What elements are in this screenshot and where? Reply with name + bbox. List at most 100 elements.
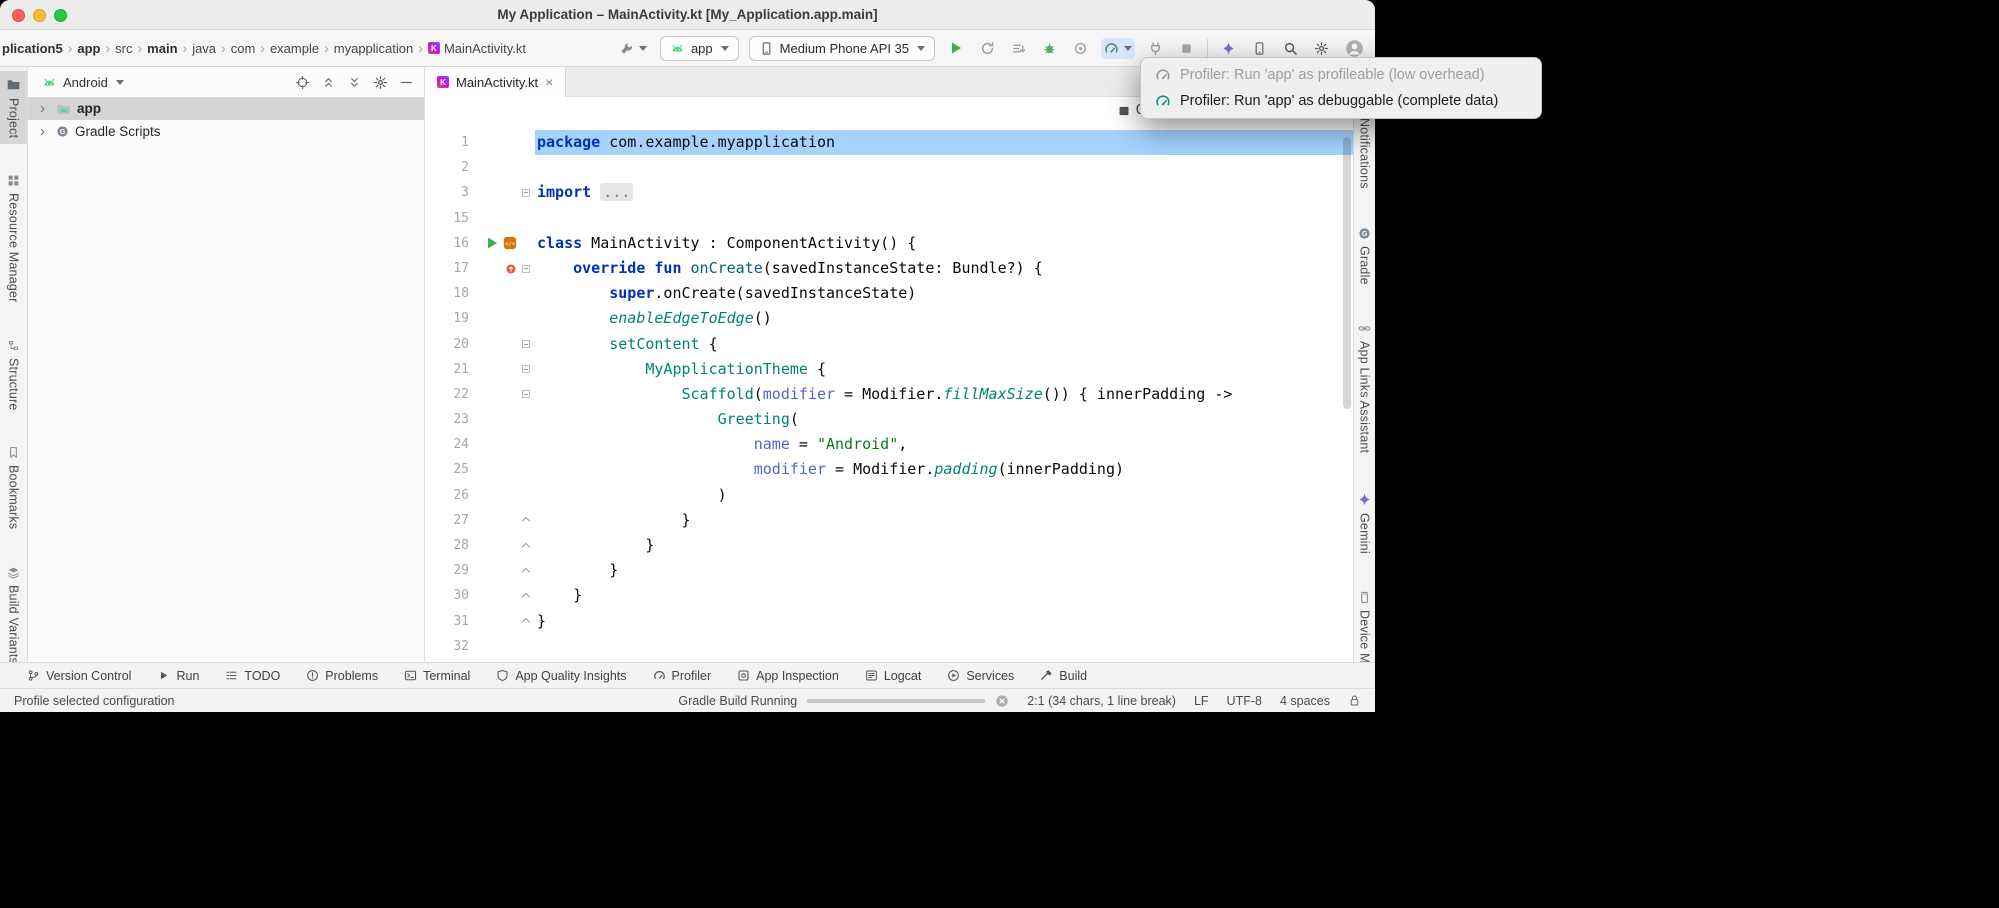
fold-marker-icon[interactable]	[522, 365, 530, 373]
tool-stripe-app-links-assistant[interactable]: App Links Assistant	[1354, 316, 1375, 459]
sync-button[interactable]	[616, 38, 650, 59]
code-line[interactable]: 21 MyApplicationTheme {	[425, 357, 1353, 382]
cancel-build-icon[interactable]	[995, 694, 1009, 708]
file-encoding[interactable]: UTF-8	[1227, 694, 1262, 708]
toolwindow-run[interactable]: Run	[144, 663, 212, 688]
code-line[interactable]: 2	[425, 155, 1353, 180]
breadcrumb-item-myapplication[interactable]: myapplication	[334, 41, 414, 56]
code-line[interactable]: 15	[425, 206, 1353, 231]
fold-marker-icon[interactable]	[522, 617, 530, 625]
code-line[interactable]: 20 setContent {	[425, 332, 1353, 357]
project-view-label: Android	[63, 75, 108, 90]
close-window-button[interactable]	[12, 9, 25, 22]
toolwindow-app-inspection[interactable]: App Inspection	[724, 663, 852, 688]
code-line[interactable]: 17 override fun onCreate(savedInstanceSt…	[425, 256, 1353, 281]
code-line[interactable]: 26 )	[425, 483, 1353, 508]
code-line[interactable]: 29 }	[425, 558, 1353, 583]
locate-file-icon[interactable]	[295, 75, 310, 90]
search-everywhere-button[interactable]	[1280, 38, 1301, 59]
zoom-window-button[interactable]	[54, 9, 67, 22]
indent-setting[interactable]: 4 spaces	[1280, 694, 1330, 708]
tool-stripe-structure[interactable]: Structure	[0, 333, 27, 417]
apply-changes-button[interactable]	[1008, 38, 1029, 59]
code-line[interactable]: 22 Scaffold(modifier = Modifier.fillMaxS…	[425, 382, 1353, 407]
breadcrumb-item-app[interactable]: app	[77, 41, 100, 56]
run-configuration-select[interactable]: app	[660, 36, 739, 61]
code-line[interactable]: 32	[425, 634, 1353, 659]
tool-stripe-project[interactable]: Project	[0, 71, 27, 144]
popup-item-profileable[interactable]: Profiler: Run 'app' as profileable (low …	[1145, 62, 1537, 88]
code-line[interactable]: 31}	[425, 609, 1353, 634]
code-line[interactable]: 28 }	[425, 533, 1353, 558]
stop-button[interactable]	[1176, 38, 1197, 59]
popup-item-debuggable[interactable]: Profiler: Run 'app' as debuggable (compl…	[1145, 88, 1537, 114]
tool-stripe-gemini[interactable]: Gemini	[1354, 486, 1375, 560]
fold-marker-icon[interactable]	[522, 340, 530, 348]
tool-stripe-gradle[interactable]: GGradle	[1354, 221, 1375, 291]
code-line[interactable]: 18 super.onCreate(savedInstanceState)	[425, 281, 1353, 306]
run-button[interactable]	[945, 37, 967, 59]
tree-item-app[interactable]: ›app	[28, 97, 424, 120]
breadcrumb-item-plication5[interactable]: plication5	[2, 41, 63, 56]
code-line[interactable]: 25 modifier = Modifier.padding(innerPadd…	[425, 457, 1353, 482]
panel-settings-icon[interactable]	[373, 75, 388, 90]
tab-mainactivity[interactable]: K MainActivity.kt ×	[425, 67, 566, 97]
toolwindow-services[interactable]: Services	[934, 663, 1027, 688]
gemini-button[interactable]	[1218, 38, 1239, 59]
attach-debugger-button[interactable]	[1145, 38, 1166, 59]
breadcrumb-item-java[interactable]: java	[192, 41, 216, 56]
breadcrumb-item-example[interactable]: example	[270, 41, 319, 56]
breadcrumb-item-main[interactable]: main	[147, 41, 177, 56]
tool-stripe-bookmarks[interactable]: Bookmarks	[0, 440, 27, 535]
toolwindow-terminal[interactable]: Terminal	[391, 663, 483, 688]
fold-marker-icon[interactable]	[522, 567, 530, 575]
gradle-task-label: Gradle Build Running	[678, 694, 797, 708]
code-line[interactable]: 19 enableEdgeToEdge()	[425, 306, 1353, 331]
toolwindow-build[interactable]: Build	[1027, 663, 1100, 688]
hide-panel-icon[interactable]	[399, 75, 414, 90]
profiler-button[interactable]	[1101, 38, 1135, 59]
toolwindow-problems[interactable]: Problems	[293, 663, 391, 688]
tool-stripe-resource-manager[interactable]: Resource Manager	[0, 168, 27, 309]
tool-stripe-build-variants[interactable]: Build Variants	[0, 560, 27, 670]
settings-button[interactable]	[1311, 38, 1332, 59]
toolwindow-version-control[interactable]: Version Control	[14, 663, 144, 688]
collapse-all-icon[interactable]	[347, 75, 362, 90]
code-line[interactable]: 24 name = "Android",	[425, 432, 1353, 457]
breadcrumb-item-com[interactable]: com	[231, 41, 256, 56]
close-icon[interactable]: ×	[545, 74, 553, 90]
caret-position[interactable]: 2:1 (34 chars, 1 line break)	[1027, 694, 1176, 708]
lock-icon[interactable]	[1348, 694, 1361, 707]
rerun-button[interactable]	[977, 38, 998, 59]
fold-marker-icon[interactable]	[522, 542, 530, 550]
toolwindow-profiler[interactable]: Profiler	[640, 663, 725, 688]
toolwindow-logcat[interactable]: Logcat	[852, 663, 935, 688]
breadcrumb-item-mainactivity-kt[interactable]: KMainActivity.kt	[428, 41, 526, 56]
fold-marker-icon[interactable]	[522, 265, 530, 273]
debug-button[interactable]	[1039, 38, 1060, 59]
code-line[interactable]: 1package com.example.myapplication	[425, 130, 1353, 155]
terminal-icon	[404, 669, 417, 682]
code-editor[interactable]: CodeSplitDesign 1package com.example.mya…	[425, 97, 1353, 662]
editor-scrollbar[interactable]	[1343, 137, 1351, 409]
fold-marker-icon[interactable]	[522, 592, 530, 600]
device-mirroring-button[interactable]	[1249, 38, 1270, 59]
minimize-window-button[interactable]	[33, 9, 46, 22]
code-line[interactable]: 23 Greeting(	[425, 407, 1353, 432]
fold-marker-icon[interactable]	[522, 390, 530, 398]
fold-marker-icon[interactable]	[522, 516, 530, 524]
code-line[interactable]: 30 }	[425, 583, 1353, 608]
fold-marker-icon[interactable]	[522, 189, 530, 197]
expand-all-icon[interactable]	[321, 75, 336, 90]
code-line[interactable]: 3import ...	[425, 180, 1353, 205]
code-line[interactable]: 16</>class MainActivity : ComponentActiv…	[425, 231, 1353, 256]
line-separator[interactable]: LF	[1194, 694, 1209, 708]
code-line[interactable]: 27 }	[425, 508, 1353, 533]
toolwindow-app-quality-insights[interactable]: App Quality Insights	[483, 663, 639, 688]
device-select[interactable]: Medium Phone API 35	[749, 36, 935, 61]
breadcrumb-item-src[interactable]: src	[115, 41, 132, 56]
profile-with-coverage-button[interactable]	[1070, 38, 1091, 59]
tree-item-gradle-scripts[interactable]: ›GGradle Scripts	[28, 120, 424, 143]
project-view-selector[interactable]: Android	[42, 75, 124, 90]
toolwindow-todo[interactable]: TODO	[212, 663, 293, 688]
